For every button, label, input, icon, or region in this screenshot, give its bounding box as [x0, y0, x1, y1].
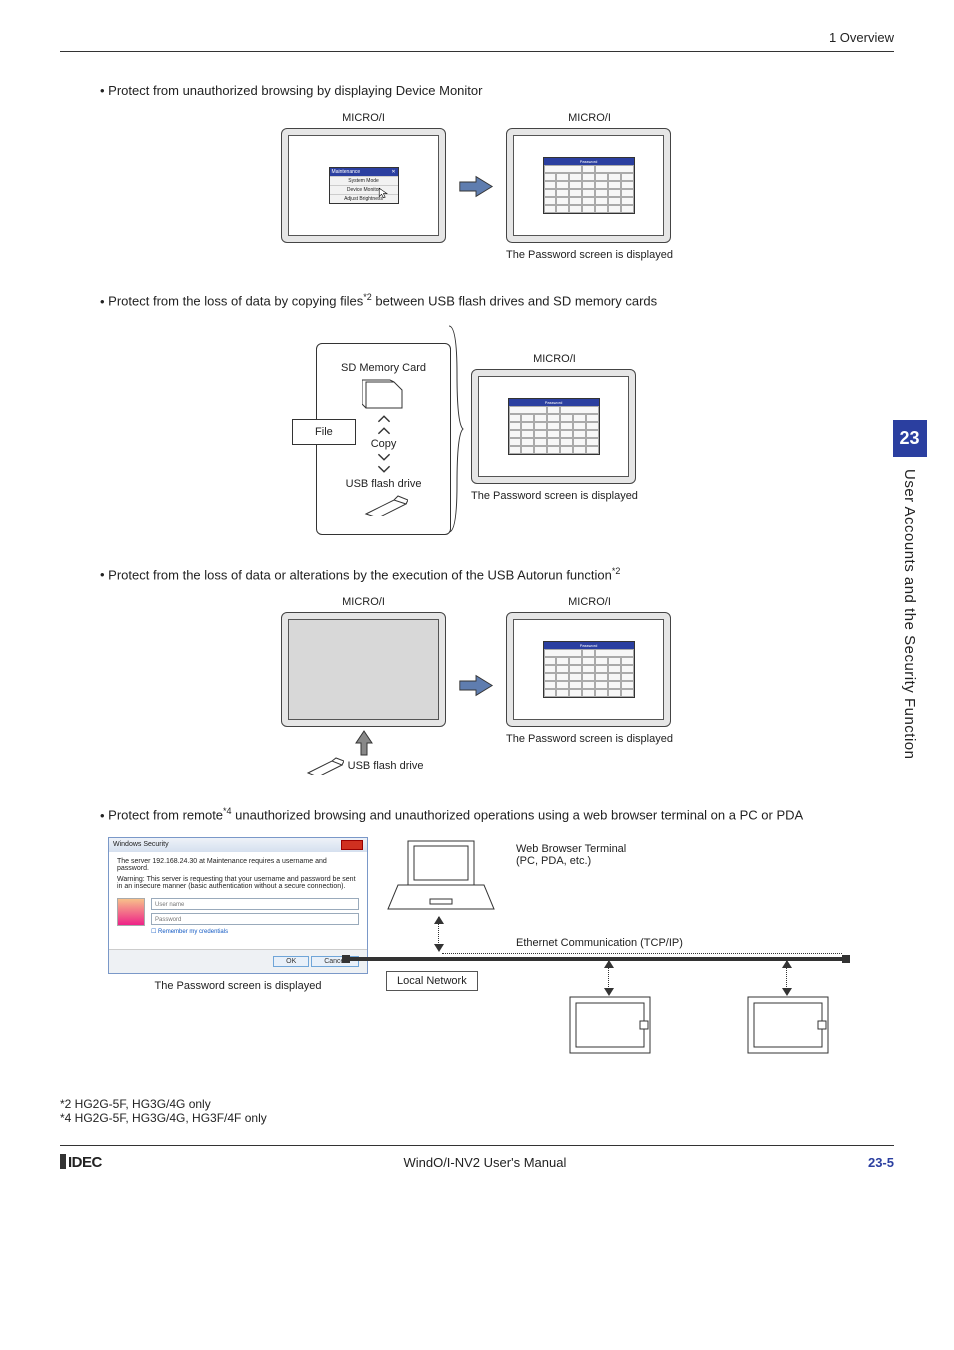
- usb-drive-icon: [360, 494, 408, 516]
- microi-device: Password: [506, 128, 671, 243]
- device-label: MICRO/I: [506, 112, 673, 124]
- usb-label: USB flash drive: [348, 760, 424, 772]
- sd-card-icon: [362, 378, 406, 410]
- chapter-tab: 23 User Accounts and the Security Functi…: [861, 420, 954, 771]
- password-window: Password: [543, 641, 635, 698]
- page-header: 1 Overview: [60, 30, 894, 52]
- microi-device: Maintenance✕ System Mode Device Monitor …: [281, 128, 446, 243]
- cursor-icon: [378, 187, 390, 199]
- idec-logo: IDEC: [60, 1154, 102, 1171]
- bullet-1: Protect from unauthorized browsing by di…: [100, 82, 894, 100]
- microi-device: Password: [506, 612, 671, 727]
- password-caption: The Password screen is displayed: [506, 249, 673, 261]
- web-browser-terminal-label: Web Browser Terminal(PC, PDA, etc.): [516, 843, 626, 867]
- password-title: Password: [544, 158, 634, 165]
- copy-label: Copy: [371, 438, 397, 450]
- close-icon: [341, 840, 363, 850]
- arrow-up-icon: [603, 959, 615, 969]
- hmi-device-icon: [746, 995, 830, 1057]
- bullet-4: Protect from remote*4 unauthorized brows…: [100, 805, 894, 825]
- password-field[interactable]: Password: [151, 913, 359, 925]
- password-caption: The Password screen is displayed: [471, 490, 638, 502]
- footnote-2: *2 HG2G-5F, HG3G/4G only: [60, 1097, 894, 1111]
- diagram-1: MICRO/I Maintenance✕ System Mode Device …: [60, 112, 894, 261]
- dialog-text-2: Warning: This server is requesting that …: [117, 876, 359, 890]
- close-icon: ✕: [391, 169, 395, 175]
- password-window: Password: [508, 398, 600, 455]
- avatar-icon: [117, 898, 145, 926]
- chapter-number: 23: [893, 420, 927, 457]
- hmi-device-icon: [568, 995, 652, 1057]
- usb-label: USB flash drive: [346, 478, 422, 490]
- file-label: File: [292, 419, 356, 445]
- sd-card-label: SD Memory Card: [341, 362, 426, 374]
- dialog-text-1: The server 192.168.24.30 at Maintenance …: [117, 858, 359, 872]
- laptop-icon: [386, 837, 496, 917]
- bullet-3: Protect from the loss of data or alterat…: [100, 565, 894, 585]
- device-label: MICRO/I: [281, 112, 446, 124]
- device-label: MICRO/I: [471, 353, 638, 365]
- diagram-4: Windows Security The server 192.168.24.3…: [60, 837, 894, 1067]
- chevron-up-icon: [377, 426, 391, 436]
- maintenance-title: Maintenance: [332, 169, 361, 175]
- microi-device: [281, 612, 446, 727]
- page-footer: IDEC WindO/I-NV2 User's Manual 23-5: [60, 1145, 894, 1171]
- dialog-title: Windows Security: [113, 841, 169, 848]
- local-network-label: Local Network: [386, 971, 478, 991]
- chapter-title: User Accounts and the Security Function: [895, 457, 924, 771]
- arrow-down-icon: [433, 943, 445, 953]
- chevron-down-icon: [377, 452, 391, 462]
- password-title: Password: [509, 399, 599, 406]
- diagram-3: MICRO/I USB flash drive MICRO/I Password: [60, 596, 894, 775]
- diagram-2: SD Memory Card Copy USB flash drive File…: [60, 323, 894, 535]
- usb-drive-icon: [304, 757, 344, 775]
- device-label: MICRO/I: [281, 596, 446, 608]
- arrow-up-icon: [355, 729, 373, 757]
- footnotes: *2 HG2G-5F, HG3G/4G only *4 HG2G-5F, HG3…: [60, 1097, 894, 1125]
- device-label: MICRO/I: [506, 596, 673, 608]
- arrow-up-icon: [433, 915, 445, 925]
- arrow-right-icon: [458, 173, 494, 200]
- windows-security-dialog: Windows Security The server 192.168.24.3…: [108, 837, 368, 974]
- microi-device: Password: [471, 369, 636, 484]
- page-number: 23-5: [868, 1155, 894, 1170]
- bullet-2: Protect from the loss of data by copying…: [100, 291, 894, 311]
- arrow-up-icon: [781, 959, 793, 969]
- manual-title: WindO/I-NV2 User's Manual: [403, 1155, 566, 1170]
- password-caption: The Password screen is displayed: [506, 733, 673, 745]
- remember-checkbox[interactable]: ☐ Remember my credentials: [151, 928, 359, 935]
- password-window: Password: [543, 157, 635, 214]
- arrow-right-icon: [458, 672, 494, 699]
- ethernet-label: Ethernet Communication (TCP/IP): [516, 937, 683, 949]
- chevron-down-icon: [377, 464, 391, 474]
- chevron-up-icon: [377, 414, 391, 424]
- footnote-4: *4 HG2G-5F, HG3G/4G, HG3F/4F only: [60, 1111, 894, 1125]
- username-field[interactable]: User name: [151, 898, 359, 910]
- password-caption: The Password screen is displayed: [108, 980, 368, 992]
- password-title: Password: [544, 642, 634, 649]
- ok-button[interactable]: OK: [273, 956, 309, 967]
- menu-system-mode: System Mode: [330, 176, 398, 185]
